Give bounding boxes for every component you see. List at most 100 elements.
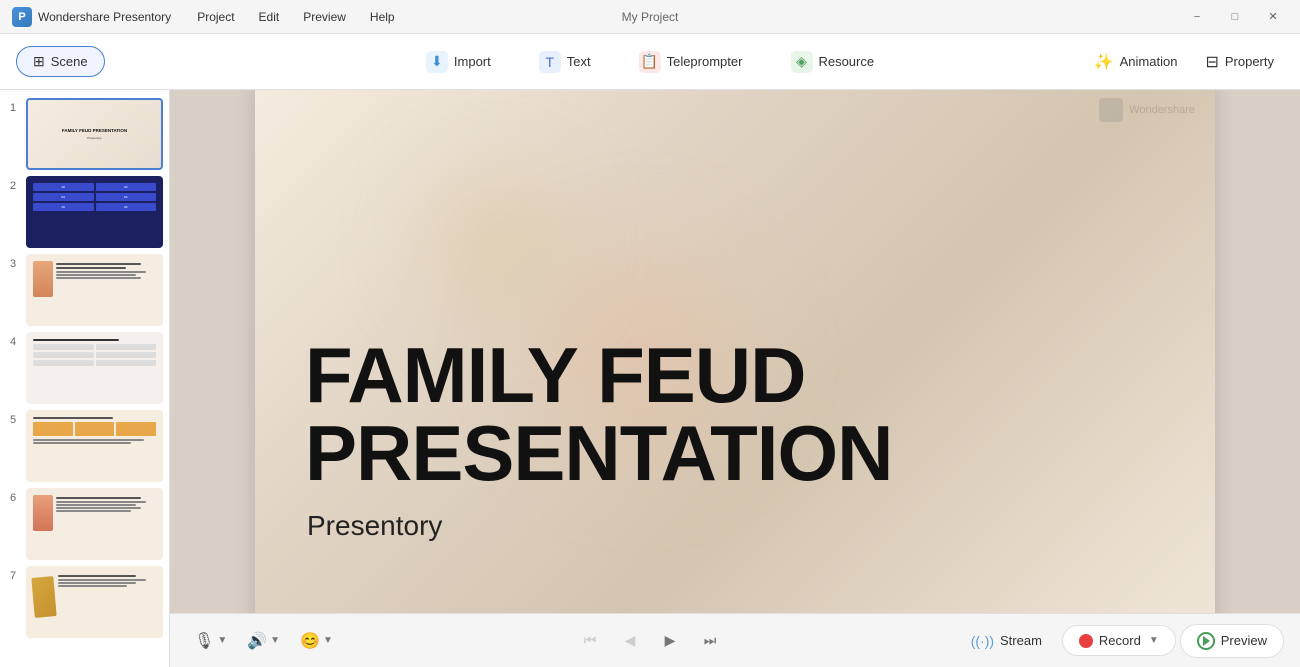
slide-thumb-1: FAMILY FEUD PRESENTATION Presentory: [26, 98, 163, 170]
canvas-title[interactable]: FAMILY FEUD PRESENTATION: [305, 336, 1215, 492]
slide-item-7[interactable]: 7: [6, 566, 163, 638]
menu-bar: Project Edit Preview Help: [187, 6, 1182, 28]
preview-label: Preview: [1221, 633, 1267, 648]
maximize-button[interactable]: □: [1220, 7, 1250, 27]
bottom-tools: 🎙 ▼ 🔊 ▼ 😊 ▼: [186, 625, 341, 657]
toolbar-center: ⬇ Import T Text 📋 Teleprompter ◈ Resourc…: [418, 45, 882, 79]
menu-edit[interactable]: Edit: [249, 6, 290, 28]
canvas-wrapper: Wondershare FAMILY FEUD PRESENTATION Pre…: [170, 90, 1300, 613]
scene-button[interactable]: ⊞ Scene: [16, 46, 105, 77]
teleprompter-label: Teleprompter: [667, 54, 743, 69]
text-button[interactable]: T Text: [531, 45, 599, 79]
action-buttons: ((·)) Stream Record ▼ Preview: [955, 624, 1284, 658]
animation-icon: ✨: [1094, 52, 1114, 72]
teleprompter-icon: 📋: [639, 51, 661, 73]
preview-button[interactable]: Preview: [1180, 624, 1284, 658]
toolbar: ⊞ Scene ⬇ Import T Text 📋 Teleprompter ◈…: [0, 34, 1300, 90]
slide-thumb-3: [26, 254, 163, 326]
slide-thumb-6: [26, 488, 163, 560]
record-caret: ▼: [1149, 635, 1159, 646]
stream-button[interactable]: ((·)) Stream: [955, 626, 1058, 656]
slide-item-4[interactable]: 4: [6, 332, 163, 404]
slide-item-6[interactable]: 6: [6, 488, 163, 560]
slide-item-3[interactable]: 3: [6, 254, 163, 326]
slide-number-5: 5: [6, 414, 20, 426]
record-button[interactable]: Record ▼: [1062, 625, 1176, 656]
slide-thumb-5: [26, 410, 163, 482]
toolbar-right: ✨ Animation ⊟ Property: [1084, 46, 1284, 78]
thumb-1-title: FAMILY FEUD PRESENTATION: [62, 128, 127, 133]
text-icon: T: [539, 51, 561, 73]
watermark-text: Wondershare: [1129, 104, 1195, 116]
watermark: Wondershare: [1099, 98, 1195, 122]
resource-label: Resource: [818, 54, 874, 69]
slide-thumb-7: [26, 566, 163, 638]
slide-number-1: 1: [6, 102, 20, 114]
title-bar: P Wondershare Presentory Project Edit Pr…: [0, 0, 1300, 34]
import-label: Import: [454, 54, 491, 69]
slide-number-4: 4: [6, 336, 20, 348]
stream-icon: ((·)): [971, 633, 994, 649]
face-caret: ▼: [323, 635, 333, 646]
face-tool[interactable]: 😊 ▼: [292, 625, 341, 657]
app-logo: P Wondershare Presentory: [12, 7, 171, 27]
animation-button[interactable]: ✨ Animation: [1084, 46, 1188, 78]
mic-caret: ▼: [217, 635, 227, 646]
slide-panel: 1 FAMILY FEUD PRESENTATION Presentory 2 …: [0, 90, 170, 667]
slide-item-2[interactable]: 2 00 00 0A 0A 00 00: [6, 176, 163, 248]
slide-number-6: 6: [6, 492, 20, 504]
slide-thumb-4: [26, 332, 163, 404]
record-icon: [1079, 634, 1093, 648]
slide-item-1[interactable]: 1 FAMILY FEUD PRESENTATION Presentory: [6, 98, 163, 170]
play-triangle: [1203, 636, 1210, 646]
property-icon: ⊟: [1205, 52, 1218, 72]
logo-icon: P: [12, 7, 32, 27]
canvas-subtitle[interactable]: Presentory: [307, 510, 442, 542]
slide-canvas: Wondershare FAMILY FEUD PRESENTATION Pre…: [255, 90, 1215, 613]
menu-help[interactable]: Help: [360, 6, 405, 28]
import-button[interactable]: ⬇ Import: [418, 45, 499, 79]
app-name: Wondershare Presentory: [38, 10, 171, 24]
resource-button[interactable]: ◈ Resource: [782, 45, 882, 79]
watermark-logo: [1099, 98, 1123, 122]
teleprompter-button[interactable]: 📋 Teleprompter: [631, 45, 751, 79]
mic-tool[interactable]: 🎙 ▼: [186, 625, 235, 657]
nav-controls: ⏮ ◀ ▶ ⏭: [574, 625, 726, 657]
preview-icon: [1197, 632, 1215, 650]
face-icon: 😊: [300, 631, 320, 651]
text-label: Text: [567, 54, 591, 69]
bottom-bar: 🎙 ▼ 🔊 ▼ 😊 ▼ ⏮ ◀ ▶ ⏭ (: [170, 613, 1300, 667]
blob-2: [395, 144, 595, 344]
window-controls: − □ ✕: [1182, 7, 1288, 27]
prev-scene-button[interactable]: ⏮: [574, 625, 606, 657]
thumb-1-sub: Presentory: [62, 136, 127, 140]
slide-number-2: 2: [6, 180, 20, 192]
canvas-area: Wondershare FAMILY FEUD PRESENTATION Pre…: [170, 90, 1300, 667]
slide-number-7: 7: [6, 570, 20, 582]
stream-label: Stream: [1000, 633, 1042, 648]
record-label: Record: [1099, 633, 1141, 648]
prev-button[interactable]: ◀: [614, 625, 646, 657]
menu-preview[interactable]: Preview: [293, 6, 356, 28]
animation-label: Animation: [1120, 54, 1178, 69]
slide-number-3: 3: [6, 258, 20, 270]
slide-thumb-2: 00 00 0A 0A 00 00: [26, 176, 163, 248]
mic-icon: 🎙: [194, 631, 214, 651]
property-label: Property: [1225, 54, 1274, 69]
resource-icon: ◈: [790, 51, 812, 73]
minimize-button[interactable]: −: [1182, 7, 1212, 27]
scene-label: Scene: [51, 54, 88, 69]
property-button[interactable]: ⊟ Property: [1195, 46, 1284, 78]
menu-project[interactable]: Project: [187, 6, 244, 28]
close-button[interactable]: ✕: [1258, 7, 1288, 27]
slide-item-5[interactable]: 5: [6, 410, 163, 482]
import-icon: ⬇: [426, 51, 448, 73]
speaker-tool[interactable]: 🔊 ▼: [239, 625, 288, 657]
speaker-caret: ▼: [270, 635, 280, 646]
scene-icon: ⊞: [33, 53, 45, 70]
main-content: 1 FAMILY FEUD PRESENTATION Presentory 2 …: [0, 90, 1300, 667]
project-title: My Project: [622, 10, 679, 24]
speaker-icon: 🔊: [247, 631, 267, 651]
next-scene-button[interactable]: ⏭: [694, 625, 726, 657]
next-button[interactable]: ▶: [654, 625, 686, 657]
